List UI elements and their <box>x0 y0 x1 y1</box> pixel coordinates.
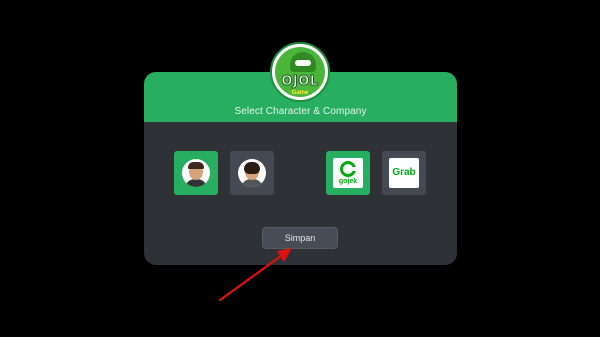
company-option-gojek[interactable]: gojek <box>326 151 370 195</box>
gojek-ring-icon <box>340 161 356 177</box>
grab-logo-icon: Grab <box>389 158 419 188</box>
character-2-avatar <box>238 159 266 187</box>
gojek-logo-icon: gojek <box>333 158 363 188</box>
logo-background: OJOL Game <box>275 47 325 97</box>
grab-label: Grab <box>392 167 416 178</box>
character-option-2[interactable] <box>230 151 274 195</box>
save-button[interactable]: Simpan <box>262 227 338 249</box>
logo-subtitle: Game <box>291 90 309 96</box>
logo-title: OJOL <box>281 74 319 90</box>
helmet-visor <box>295 60 311 66</box>
gojek-label: gojek <box>338 178 358 185</box>
company-option-grab[interactable]: Grab <box>382 151 426 195</box>
ojol-game-logo: OJOL Game <box>270 42 330 102</box>
character-1-avatar <box>182 159 210 187</box>
dialog-title: Select Character & Company <box>234 106 367 117</box>
character-option-1[interactable] <box>174 151 218 195</box>
